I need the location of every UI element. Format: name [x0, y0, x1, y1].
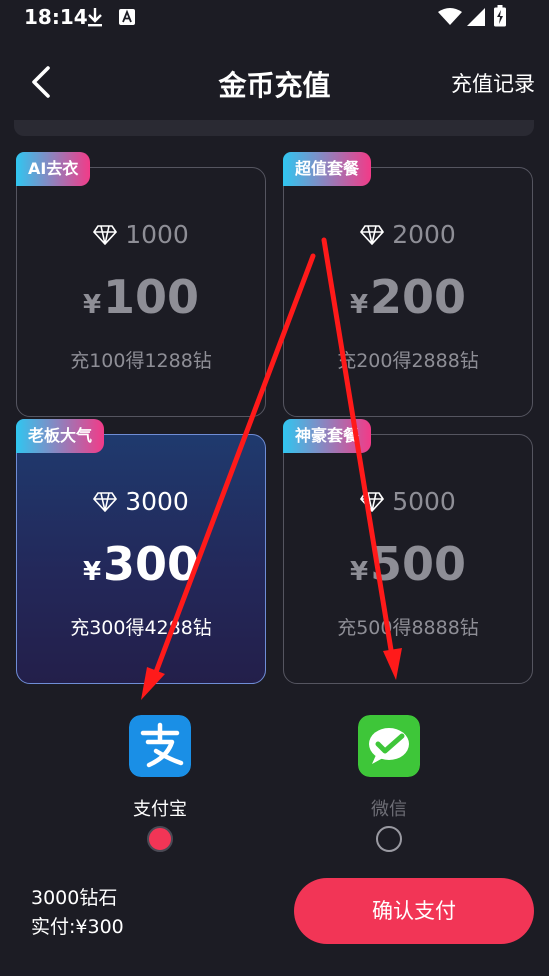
- wechat-icon: [358, 715, 420, 777]
- alipay-label: 支付宝: [133, 799, 187, 820]
- confirm-payment-button[interactable]: 确认支付: [294, 878, 534, 944]
- diamond-icon: [93, 225, 118, 246]
- package-tag: 超值套餐: [283, 152, 372, 186]
- wechat-radio[interactable]: [376, 826, 402, 852]
- keyboard-a-icon: [119, 9, 135, 25]
- package-card-1[interactable]: AI去衣 1000 ¥100 充100得1288钻: [16, 152, 266, 417]
- currency-symbol: ¥: [349, 290, 369, 320]
- wechat-label: 微信: [371, 799, 407, 820]
- recharge-records-link[interactable]: 充值记录: [451, 68, 535, 98]
- diamond-icon: [93, 492, 118, 513]
- top-banner-strip: [14, 120, 534, 136]
- diamond-icon: [360, 492, 385, 513]
- wifi-icon: [438, 8, 462, 25]
- alipay-icon: [129, 715, 191, 777]
- nav-bar: 金币充值 充值记录: [0, 44, 549, 120]
- price-amount: 500: [370, 537, 467, 591]
- price-amount: 100: [103, 270, 200, 324]
- package-bonus: 充200得2888钻: [337, 350, 479, 372]
- package-card-4[interactable]: 神豪套餐 5000 ¥500 充500得8888钻: [283, 419, 533, 684]
- price-amount: 200: [370, 270, 467, 324]
- package-price: ¥200: [284, 270, 532, 324]
- package-price: ¥500: [284, 537, 532, 591]
- package-coins: 1000: [17, 220, 265, 249]
- coins-amount: 5000: [392, 487, 456, 516]
- summary-diamonds: 3000钻石: [31, 887, 118, 909]
- coins-amount: 2000: [392, 220, 456, 249]
- package-bonus: 充500得8888钻: [337, 617, 479, 639]
- alipay-radio[interactable]: [147, 826, 173, 852]
- coins-amount: 1000: [125, 220, 189, 249]
- price-amount: 300: [103, 537, 200, 591]
- package-tag: AI去衣: [16, 152, 91, 186]
- package-price: ¥300: [17, 537, 265, 591]
- status-time: 18:14: [24, 5, 88, 29]
- currency-symbol: ¥: [82, 557, 102, 587]
- wechat-option[interactable]: 微信: [319, 715, 459, 821]
- summary-paid: 实付:¥300: [31, 916, 124, 938]
- package-tag: 神豪套餐: [283, 419, 372, 453]
- coins-amount: 3000: [125, 487, 189, 516]
- package-card-3[interactable]: 老板大气 3000 ¥300 充300得4288钻: [16, 419, 266, 684]
- order-summary: 3000钻石 实付:¥300: [31, 884, 124, 942]
- package-bonus: 充100得1288钻: [70, 350, 212, 372]
- currency-symbol: ¥: [82, 290, 102, 320]
- battery-icon: [494, 5, 506, 27]
- status-bar: 18:14: [0, 0, 549, 36]
- package-coins: 3000: [17, 487, 265, 516]
- diamond-icon: [360, 225, 385, 246]
- package-bonus: 充300得4288钻: [70, 617, 212, 639]
- package-tag: 老板大气: [16, 419, 105, 453]
- package-coins: 2000: [284, 220, 532, 249]
- package-price: ¥100: [17, 270, 265, 324]
- signal-icon: [467, 8, 485, 26]
- package-coins: 5000: [284, 487, 532, 516]
- package-card-2[interactable]: 超值套餐 2000 ¥200 充200得2888钻: [283, 152, 533, 417]
- currency-symbol: ¥: [349, 557, 369, 587]
- alipay-option[interactable]: 支付宝: [90, 715, 230, 821]
- download-icon: [88, 8, 102, 27]
